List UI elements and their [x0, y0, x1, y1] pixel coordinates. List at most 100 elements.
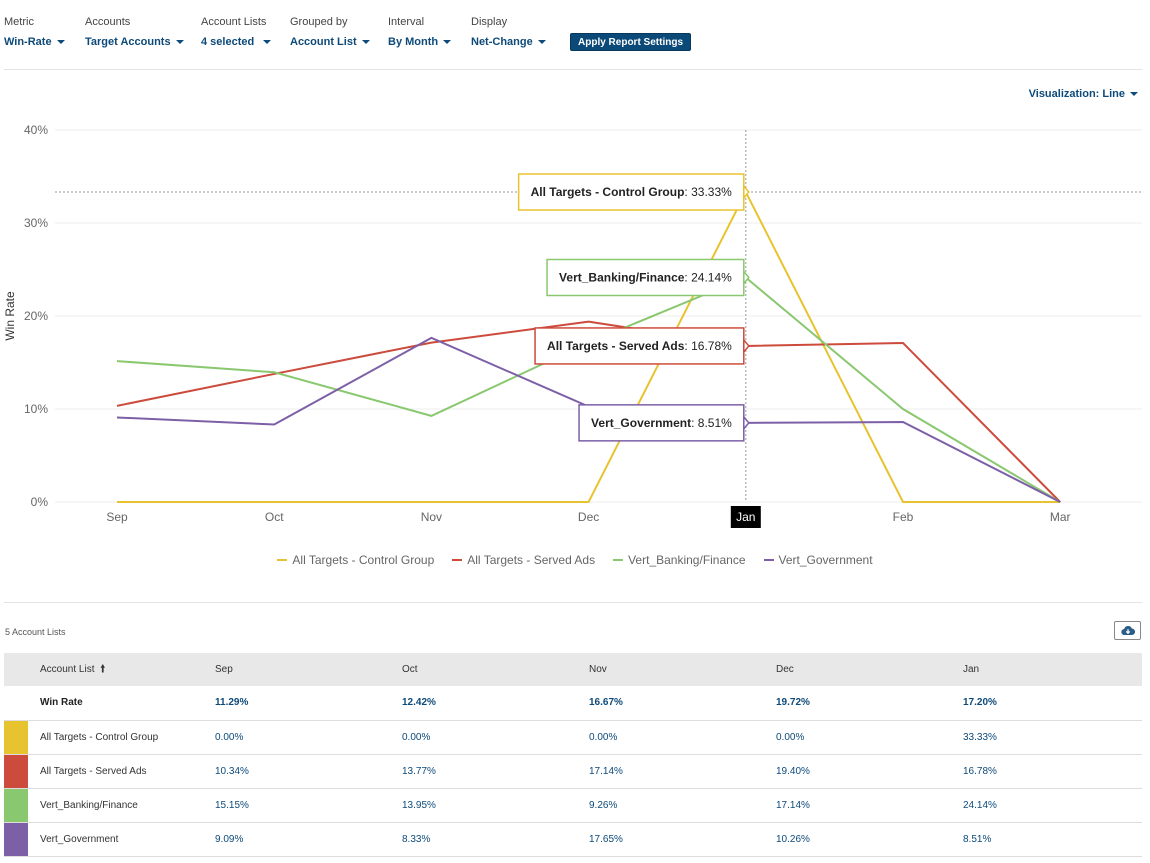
table-row[interactable]: Vert_Government 9.09% 8.33% 17.65% 10.26% 8.5… — [4, 822, 1142, 857]
visualization-dropdown[interactable]: Visualization: Line — [1029, 88, 1138, 100]
tooltip-value: 33.33% — [691, 185, 732, 199]
visualization-label: Visualization: Line — [1028, 88, 1125, 100]
legend-swatch — [277, 559, 288, 561]
column-header-sep[interactable]: Sep — [215, 653, 402, 686]
apply-report-settings-button[interactable]: Apply Report Settings — [570, 33, 692, 51]
legend-swatch — [763, 559, 774, 561]
row-color-swatch — [4, 822, 28, 857]
display-value: Net-Change — [471, 36, 533, 48]
column-header-nov[interactable]: Nov — [589, 653, 776, 686]
grouped-by-value: Account List — [290, 36, 357, 48]
chevron-down-icon — [175, 40, 184, 44]
legend-item[interactable]: All Targets - Control Group — [277, 553, 434, 567]
metric-dropdown[interactable]: Win-Rate — [4, 36, 65, 48]
x-tick-label: Dec — [578, 510, 599, 524]
y-tick-label: 0% — [31, 495, 49, 509]
cell-value: 15.15% — [215, 788, 402, 823]
y-tick-label: 30% — [24, 216, 48, 230]
table-row[interactable]: All Targets - Served Ads 10.34% 13.77% 17.1… — [4, 754, 1142, 789]
divider — [4, 602, 1142, 603]
download-button[interactable] — [1114, 621, 1141, 640]
accounts-filter: Accounts Target Accounts — [85, 14, 184, 48]
cell-value: 19.72% — [776, 686, 963, 721]
x-tick-label: Nov — [421, 510, 442, 524]
legend-item[interactable]: Vert_Government — [763, 553, 873, 567]
cell-value: 17.20% — [963, 686, 1142, 721]
legend-item[interactable]: Vert_Banking/Finance — [613, 553, 746, 567]
legend-label: Vert_Government — [778, 553, 873, 567]
cell-value: 10.34% — [215, 754, 402, 789]
accounts-dropdown[interactable]: Target Accounts — [85, 36, 184, 48]
sort-asc-icon: 🠙 — [100, 663, 106, 675]
column-header-oct[interactable]: Oct — [402, 653, 589, 686]
tooltip-series-name: Vert_Banking/Finance — [559, 270, 685, 284]
tooltip-series-name: All Targets - Served Ads — [547, 339, 685, 353]
cell-value: 0.00% — [589, 720, 776, 755]
column-header-dec[interactable]: Dec — [776, 653, 963, 686]
account-lists-filter: Account Lists 4 selected — [201, 14, 272, 48]
column-header-account-list[interactable]: Account List 🠙 — [28, 653, 215, 686]
account-lists-dropdown[interactable]: 4 selected — [201, 36, 272, 48]
chevron-down-icon — [56, 40, 65, 44]
chevron-down-icon — [361, 40, 370, 44]
row-name: Vert_Banking/Finance — [28, 788, 215, 823]
account-lists-count: 5 Account Lists — [5, 627, 66, 637]
cell-value: 8.51% — [963, 822, 1142, 857]
series-tooltip: Vert_Banking/Finance: 24.14% — [546, 258, 750, 297]
account-lists-label: Account Lists — [201, 16, 267, 28]
cell-value: 24.14% — [963, 788, 1142, 823]
series-tooltip: All Targets - Served Ads: 16.78% — [534, 327, 750, 365]
series-tooltip: All Targets - Control Group: 33.33% — [517, 173, 750, 211]
display-filter: Display Net-Change — [471, 14, 546, 48]
accounts-label: Accounts — [85, 16, 131, 28]
grouped-by-dropdown[interactable]: Account List — [290, 36, 370, 48]
legend-swatch — [613, 559, 624, 561]
metric-value: Win-Rate — [4, 36, 52, 48]
cell-value: 10.26% — [776, 822, 963, 857]
cell-value: 17.65% — [589, 822, 776, 857]
cell-value: 16.78% — [963, 754, 1142, 789]
chart-legend: All Targets - Control Group All Targets -… — [0, 553, 1150, 567]
cell-value: 9.09% — [215, 822, 402, 857]
cell-value: 16.67% — [589, 686, 776, 721]
cell-value: 33.33% — [963, 720, 1142, 755]
tooltip-series-name: Vert_Government — [591, 416, 691, 430]
legend-label: Vert_Banking/Finance — [628, 553, 746, 567]
row-color-swatch — [4, 788, 28, 823]
display-dropdown[interactable]: Net-Change — [471, 36, 546, 48]
legend-item[interactable]: All Targets - Served Ads — [452, 553, 595, 567]
tooltip-value: 8.51% — [698, 416, 732, 430]
svg-text:Vert_Banking/Finance: 24.14%: Vert_Banking/Finance: 24.14% — [559, 270, 732, 284]
cell-value: 0.00% — [215, 720, 402, 755]
row-name: Vert_Government — [28, 822, 215, 857]
cell-value: 17.14% — [589, 754, 776, 789]
table-header-row: Account List 🠙 Sep Oct Nov Dec Jan — [4, 653, 1142, 686]
column-header-jan[interactable]: Jan — [963, 653, 1142, 686]
series-line — [116, 276, 1061, 503]
cloud-download-icon — [1120, 625, 1135, 636]
svg-text:Vert_Government: 8.51%: Vert_Government: 8.51% — [591, 416, 732, 430]
tooltip-value: 16.78% — [691, 339, 732, 353]
cell-value: 13.77% — [402, 754, 589, 789]
chevron-down-icon — [263, 40, 272, 44]
account-lists-table: Account List 🠙 Sep Oct Nov Dec Jan Win R… — [4, 653, 1142, 857]
accounts-value: Target Accounts — [85, 36, 171, 48]
cell-value: 0.00% — [402, 720, 589, 755]
table-row[interactable]: All Targets - Control Group 0.00% 0.00% 0.0… — [4, 720, 1142, 755]
interval-filter: Interval By Month — [388, 14, 452, 48]
interval-value: By Month — [388, 36, 439, 48]
row-name: All Targets - Served Ads — [28, 754, 215, 789]
cell-value: 17.14% — [776, 788, 963, 823]
cell-value: 8.33% — [402, 822, 589, 857]
display-label: Display — [471, 16, 508, 28]
y-tick-label: 40% — [24, 123, 48, 137]
interval-dropdown[interactable]: By Month — [388, 36, 452, 48]
x-tick-label: Feb — [893, 510, 914, 524]
cell-value: 9.26% — [589, 788, 776, 823]
metric-label: Metric — [4, 16, 34, 28]
table-row[interactable]: Vert_Banking/Finance 15.15% 13.95% 9.26% 17.… — [4, 788, 1142, 823]
svg-text:All Targets - Control Group: 3: All Targets - Control Group: 33.33% — [531, 185, 732, 199]
cell-value: 19.40% — [776, 754, 963, 789]
y-tick-label: 20% — [24, 309, 48, 323]
x-tick-label: Mar — [1050, 510, 1071, 524]
